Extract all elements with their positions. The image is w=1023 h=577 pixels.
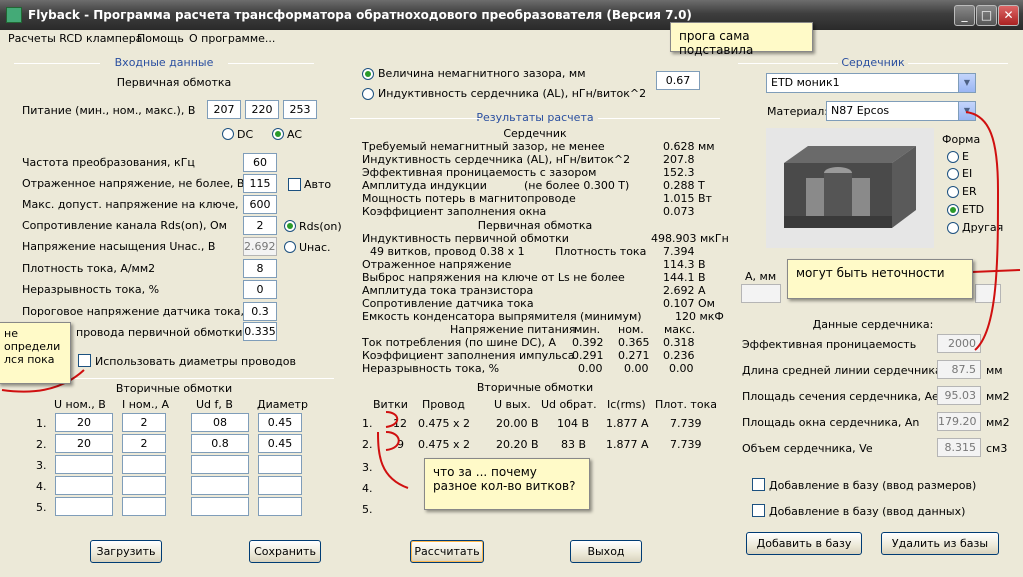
note-inaccuracies: могут быть неточности <box>787 259 973 299</box>
note-auto-substituted: прога сама подставила <box>670 22 813 57</box>
note-undetermined: не определи лся пока <box>0 322 71 384</box>
note-turns-question: что за ... почему разное кол-во витков? <box>424 458 590 510</box>
